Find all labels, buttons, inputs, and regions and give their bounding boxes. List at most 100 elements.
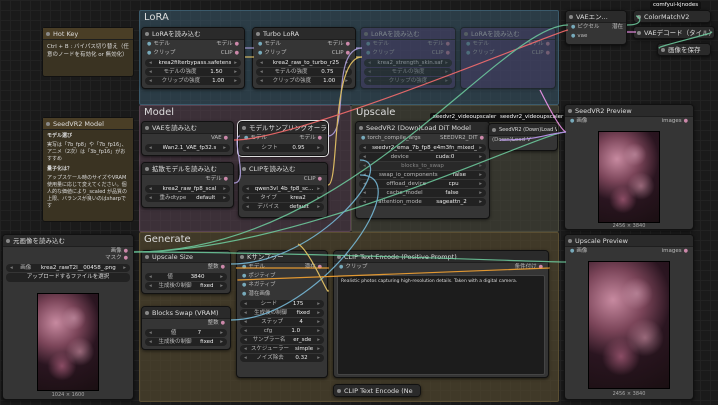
output-model[interactable]: モデル bbox=[327, 41, 352, 48]
output-clip[interactable]: CLIP bbox=[532, 50, 552, 57]
image-file-widget[interactable]: 画像krea2_rawT2I__00458_.png bbox=[6, 264, 130, 272]
input-model[interactable]: モデル bbox=[464, 41, 489, 48]
strength-clip-widget[interactable]: クリップの強度 bbox=[364, 77, 452, 85]
strength-model-widget[interactable]: モデルの強度 bbox=[364, 68, 452, 76]
dit-device-widget[interactable]: devicecuda:0 bbox=[359, 153, 486, 161]
offload-device-widget[interactable]: offload_devicecpu bbox=[359, 180, 486, 188]
vae-decode-tiled-node[interactable]: VAEデコード（タイル） bbox=[633, 26, 715, 39]
input-images[interactable]: 画像 bbox=[568, 118, 587, 125]
output-clip[interactable]: CLIP bbox=[221, 50, 241, 57]
diffusion-model-loader-node[interactable]: 拡散モデルを読み込む モデル krea2_raw_fp8_scal 重みdtyp… bbox=[141, 162, 234, 208]
lora-name-widget[interactable]: krea2_strength_skin.saf bbox=[364, 59, 452, 67]
input-model[interactable]: モデル bbox=[240, 264, 265, 271]
source-image[interactable] bbox=[37, 293, 99, 391]
blocks-swap-node[interactable]: Blocks Swap (VRAM) 整数 値7 生成後の制御fixed bbox=[141, 306, 231, 350]
input-clip[interactable]: クリップ bbox=[337, 264, 367, 271]
turbo-lora-node[interactable]: Turbo LoRA モデル モデル クリップ CLIP krea2_raw_to_… bbox=[252, 27, 356, 89]
strength-model-widget[interactable]: モデルの強度0.75 bbox=[256, 68, 352, 76]
vae-name-widget[interactable]: Wan2.1_VAE_fp32.s bbox=[145, 144, 230, 152]
output-seedvr2-dit[interactable]: SEEDVR2_DIT bbox=[440, 135, 486, 142]
seed-widget[interactable]: シード175 bbox=[240, 300, 324, 308]
denoise-widget[interactable]: ノイズ除去0.32 bbox=[240, 354, 324, 362]
colormatch-node[interactable]: ColorMatchV2 bbox=[633, 10, 711, 23]
steps-widget[interactable]: ステップ4 bbox=[240, 318, 324, 326]
strength-model-widget[interactable]: モデルの強度1.50 bbox=[145, 68, 241, 76]
clip-device-widget[interactable]: デバイスdefault bbox=[242, 203, 324, 211]
dit-model-widget[interactable]: seedvr2_ema_7b_fp8_e4m3fn_mixed_ bbox=[359, 144, 486, 152]
weight-dtype-widget[interactable]: 重みdtypedefault bbox=[145, 194, 230, 202]
output-model[interactable]: モデル bbox=[205, 176, 230, 183]
strength-clip-widget[interactable]: クリップの強度1.00 bbox=[256, 77, 352, 85]
lora-loader-node-1[interactable]: LoRAを読み込む モデル モデル クリップ CLIP krea2filterbyp… bbox=[141, 27, 245, 89]
input-model[interactable]: モデル bbox=[364, 41, 389, 48]
input-clip[interactable]: クリップ bbox=[364, 50, 394, 57]
input-images[interactable]: 画像 bbox=[568, 248, 587, 255]
sampler-name-widget[interactable]: サンプラー名er_sde bbox=[240, 336, 324, 344]
lora-loader-node-3[interactable]: LoRAを読み込む モデル モデル クリップ CLIP krea2_strength… bbox=[360, 27, 456, 89]
output-model[interactable]: モデル bbox=[299, 135, 324, 142]
output-mask[interactable]: マスク bbox=[105, 255, 130, 262]
scheduler-widget[interactable]: スケジューラーsimple bbox=[240, 345, 324, 353]
upscale-preview-node[interactable]: Upscale Preview 画像 images 2456 × 3840 bbox=[564, 234, 694, 400]
clip-text-encode-positive-node[interactable]: CLIP Text Encode (Positive Prompt) クリップ 条… bbox=[333, 250, 549, 378]
model-sampling-node[interactable]: モデルサンプリングオーラ... モデル モデル シフト0.95 bbox=[237, 120, 329, 157]
input-vae[interactable]: vae bbox=[569, 33, 587, 40]
upload-button[interactable]: アップロードするファイルを選択 bbox=[6, 273, 130, 282]
output-int[interactable]: 整数 bbox=[208, 320, 227, 327]
input-model[interactable]: モデル bbox=[242, 135, 267, 142]
vae-encode-node[interactable]: VAEエン... ピクセル 潜在 vae bbox=[565, 10, 627, 45]
output-model[interactable]: モデル bbox=[427, 41, 452, 48]
cfg-widget[interactable]: cfg1.0 bbox=[240, 327, 324, 335]
control-after-generate-widget[interactable]: 生成後の制御fixed bbox=[145, 282, 227, 290]
hotkey-note[interactable]: Hot Key Ctrl + B : バイパス切り替え（任意のノードを有効化 o… bbox=[42, 27, 134, 77]
input-negative[interactable]: ネガティブ bbox=[240, 282, 275, 289]
output-latent[interactable]: 潜在 bbox=[305, 264, 324, 271]
input-clip[interactable]: クリップ bbox=[256, 50, 286, 57]
lora-name-widget[interactable]: krea2filterbypass.safetens bbox=[145, 59, 241, 67]
output-conditioning[interactable]: 条件付け bbox=[515, 264, 545, 271]
output-int[interactable]: 整数 bbox=[208, 264, 227, 271]
clip-loader-node[interactable]: CLIPを読み込む CLIP qwen3vl_4b_fp8_scaled.saf… bbox=[238, 162, 328, 218]
cache-model-widget[interactable]: cache_modelfalse bbox=[359, 189, 486, 197]
preview-image[interactable] bbox=[598, 131, 660, 223]
output-image[interactable]: 画像 bbox=[111, 248, 130, 255]
input-clip[interactable]: クリップ bbox=[464, 50, 494, 57]
output-model[interactable]: モデル bbox=[527, 41, 552, 48]
value-widget[interactable]: 値7 bbox=[145, 329, 227, 337]
output-clip[interactable]: CLIP bbox=[432, 50, 452, 57]
attention-mode-widget[interactable]: attention_modesageattn_2 bbox=[359, 198, 486, 206]
output-clip[interactable]: CLIP bbox=[304, 176, 324, 183]
save-image-node[interactable]: 画像を保存 bbox=[657, 43, 711, 56]
blocks-to-swap-widget[interactable]: blocks_to_swap bbox=[359, 162, 486, 170]
lora-name-widget[interactable]: krea2_raw_to_turbo_r25 bbox=[256, 59, 352, 67]
input-model[interactable]: モデル bbox=[145, 41, 170, 48]
input-torch-compile-args[interactable]: torch_compile_args bbox=[359, 135, 420, 142]
clip-text-encode-negative-node[interactable]: CLIP Text Encode (Ne bbox=[333, 384, 421, 397]
load-image-node[interactable]: 元画像を読み込む 画像 マスク 画像krea2_rawT2I__00458_.p… bbox=[2, 234, 134, 400]
vae-loader-node[interactable]: VAEを読み込む VAE Wan2.1_VAE_fp32.s bbox=[141, 121, 234, 156]
seedvr2-model-note[interactable]: SeedVR2 Model モデル選び 実写は「7b_fp8」や「7b_fp16… bbox=[42, 117, 134, 222]
seedvr2-dit-loader-node[interactable]: SeedVR2 (Down)Load DiT Model torch_compi… bbox=[355, 121, 490, 219]
swap-io-widget[interactable]: swap_io_componentsfalse bbox=[359, 171, 486, 179]
control-after-generate-widget[interactable]: 生成後の制御fixed bbox=[145, 338, 227, 346]
seedvr2-vae-loader-node[interactable]: SeedVR2 (Down)Load VAE (Down)Load V bbox=[488, 123, 558, 151]
input-pixels[interactable]: ピクセル bbox=[569, 24, 599, 31]
output-images[interactable]: images bbox=[662, 248, 690, 255]
strength-clip-widget[interactable]: クリップの強度1.00 bbox=[145, 77, 241, 85]
clip-type-widget[interactable]: タイプkrea2 bbox=[242, 194, 324, 202]
shift-widget[interactable]: シフト0.95 bbox=[242, 144, 324, 152]
seedvr2-preview-node[interactable]: SeedVR2 Preview 画像 images 2456 × 3840 bbox=[564, 104, 694, 230]
upscale-size-node[interactable]: Upscale Size 整数 値3840 生成後の制御fixed bbox=[141, 250, 231, 294]
output-images[interactable]: images bbox=[662, 118, 690, 125]
control-after-generate-widget[interactable]: 生成後の制御fixed bbox=[240, 309, 324, 317]
output-vae[interactable]: VAE bbox=[211, 135, 230, 142]
prompt-textarea[interactable]: Realistic photos capturing high-resoluti… bbox=[337, 275, 545, 375]
input-model[interactable]: モデル bbox=[256, 41, 281, 48]
input-clip[interactable]: クリップ bbox=[145, 50, 175, 57]
value-widget[interactable]: 値3840 bbox=[145, 273, 227, 281]
unet-name-widget[interactable]: krea2_raw_fp8_scal bbox=[145, 185, 230, 193]
preview-image[interactable] bbox=[588, 261, 670, 389]
clip-name-widget[interactable]: qwen3vl_4b_fp8_scaled.saf bbox=[242, 185, 324, 193]
input-positive[interactable]: ポジティブ bbox=[240, 273, 275, 280]
lora-loader-node-4[interactable]: LoRAを読み込む モデル モデル クリップ CLIP bbox=[460, 27, 556, 89]
